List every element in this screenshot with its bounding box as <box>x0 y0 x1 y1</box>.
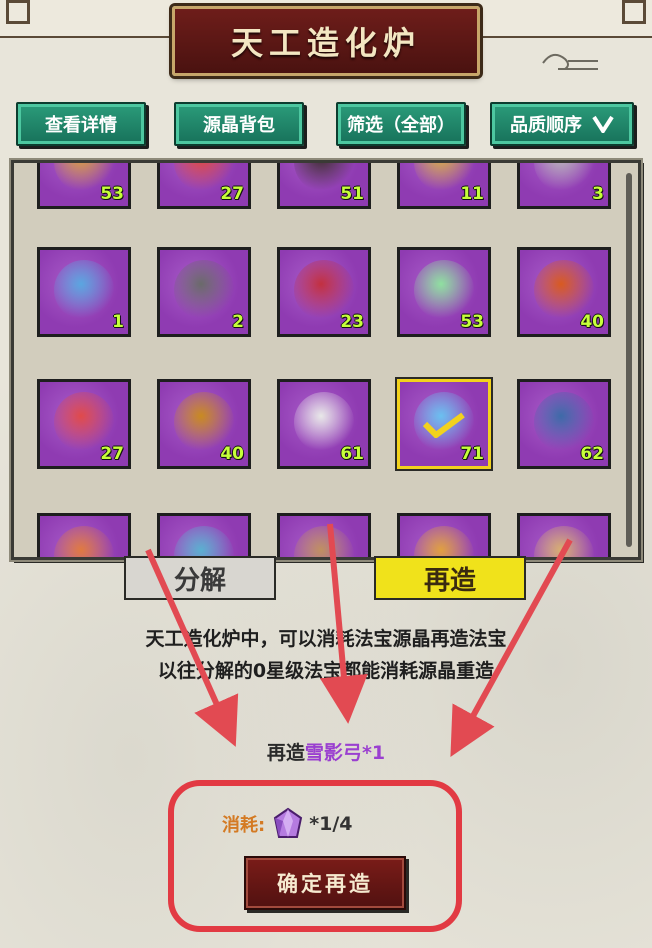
grid-cell-golden-ring[interactable]: 11 <box>397 163 491 209</box>
cell-count: 71 <box>460 444 484 464</box>
cell-count: 11 <box>460 184 484 204</box>
annotation-highlight-box <box>168 780 462 932</box>
grid-cell-white-robe[interactable]: 61 <box>277 379 371 469</box>
partial-relic-4-icon <box>414 526 474 557</box>
flame-axe-icon <box>534 260 594 320</box>
cell-count: 40 <box>220 444 244 464</box>
jade-fan-icon <box>414 260 474 320</box>
tab-label: 品质顺序 <box>510 115 582 136</box>
blue-armor-icon <box>534 392 594 452</box>
reforge-tab[interactable]: 再造 <box>374 556 526 600</box>
title-banner: 天工造化炉 <box>172 6 480 76</box>
grid-cell-partial-relic-3[interactable] <box>277 513 371 557</box>
grid-cell-jade-fan[interactable]: 53 <box>397 247 491 337</box>
partial-relic-5-icon <box>534 526 594 557</box>
page-title: 天工造化炉 <box>230 24 421 62</box>
item-grid[interactable]: 53 27 51 11 3 1 2 23 53 40 27 40 61 71 62 <box>11 160 641 560</box>
cloud-swirl-icon <box>542 53 598 70</box>
ice-dragon-bracelet-icon <box>54 260 114 320</box>
tab-label: 查看详情 <box>45 115 117 136</box>
grid-cell-partial-relic-1[interactable] <box>37 513 131 557</box>
tab-bar: 查看详情 源晶背包 筛选（全部） 品质顺序 <box>0 102 652 150</box>
partial-relic-2-icon <box>174 526 234 557</box>
partial-relic-1-icon <box>54 526 114 557</box>
lion-helm-icon <box>174 392 234 452</box>
cell-count: 40 <box>580 312 604 332</box>
frame-corner-left <box>6 0 30 24</box>
reforge-item-name: 雪影弓 <box>304 742 362 764</box>
description-line-2: 以往分解的0星级法宝都能消耗源晶重造 <box>157 660 495 682</box>
checkmark-icon <box>422 412 465 438</box>
shadow-blade-icon <box>294 260 354 320</box>
cell-count: 23 <box>340 312 364 332</box>
reforge-quantity: *1 <box>361 742 386 764</box>
tab-view-details[interactable]: 查看详情 <box>16 102 146 146</box>
grid-scrollbar[interactable] <box>626 173 632 547</box>
cell-count: 51 <box>340 184 364 204</box>
cell-count: 53 <box>100 184 124 204</box>
reforge-tab-label: 再造 <box>423 565 476 596</box>
cell-count: 27 <box>220 184 244 204</box>
ruby-iron-ring-icon <box>174 260 234 320</box>
cell-count: 27 <box>100 444 124 464</box>
grid-cell-partial-relic-2[interactable] <box>157 513 251 557</box>
grid-cell-dark-horn-relic[interactable]: 51 <box>277 163 371 209</box>
grid-cell-ruby-iron-ring[interactable]: 2 <box>157 247 251 337</box>
partial-relic-3-icon <box>294 526 354 557</box>
grid-cell-ice-dragon-bracelet[interactable]: 1 <box>37 247 131 337</box>
tab-label: 源晶背包 <box>203 115 275 136</box>
cell-count: 62 <box>580 444 604 464</box>
grid-cell-lion-helm[interactable]: 40 <box>157 379 251 469</box>
cell-count: 61 <box>340 444 364 464</box>
decompose-tab-label: 分解 <box>173 565 226 596</box>
reforge-target: 再造雪影弓*1 <box>0 738 652 765</box>
decompose-tab[interactable]: 分解 <box>124 556 276 600</box>
description-line-1: 天工造化炉中，可以消耗法宝源晶再造法宝 <box>145 628 507 650</box>
grid-cell-shadow-blade[interactable]: 23 <box>277 247 371 337</box>
grid-cell-flame-axe[interactable]: 40 <box>517 247 611 337</box>
grid-cell-silver-ring[interactable]: 3 <box>517 163 611 209</box>
grid-cell-crimson-talisman[interactable]: 27 <box>37 379 131 469</box>
grid-cell-partial-relic-5[interactable] <box>517 513 611 557</box>
grid-cell-red-flame-relic[interactable]: 27 <box>157 163 251 209</box>
grid-cell-blue-armor[interactable]: 62 <box>517 379 611 469</box>
silver-ring-icon <box>534 163 594 192</box>
cell-count: 53 <box>460 312 484 332</box>
chevron-down-icon <box>592 115 614 133</box>
grid-cell-golden-gauntlet[interactable]: 53 <box>37 163 131 209</box>
cell-count: 1 <box>112 312 124 332</box>
tab-quality-order[interactable]: 品质顺序 <box>490 102 634 146</box>
tab-label: 筛选（全部） <box>347 115 455 136</box>
tab-crystal-bag[interactable]: 源晶背包 <box>174 102 304 146</box>
reforge-prefix: 再造 <box>266 742 305 764</box>
cell-count: 3 <box>592 184 604 204</box>
tab-filter[interactable]: 筛选（全部） <box>336 102 466 146</box>
white-robe-icon <box>294 392 354 452</box>
crimson-talisman-icon <box>54 392 114 452</box>
grid-cell-partial-relic-4[interactable] <box>397 513 491 557</box>
frame-corner-right <box>622 0 646 24</box>
grid-cell-snow-shadow-bow[interactable]: 71 <box>397 379 491 469</box>
cell-count: 2 <box>232 312 244 332</box>
